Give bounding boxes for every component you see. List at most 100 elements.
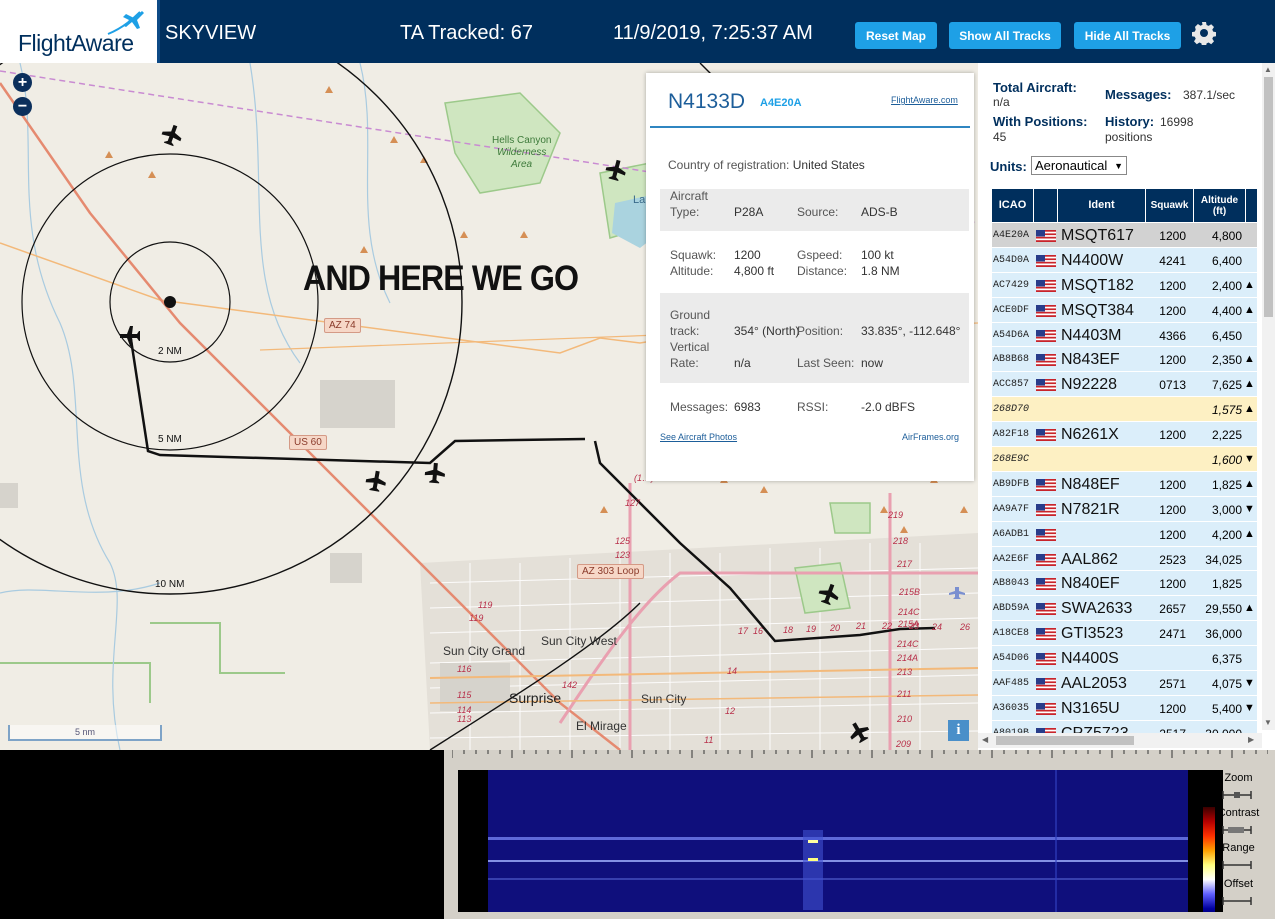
col-altitude[interactable]: Altitude (ft) <box>1194 189 1246 222</box>
row-icao: A54D6A <box>993 329 1030 341</box>
history-value: 16998 <box>1160 115 1194 129</box>
vrate-label: Rate: <box>670 356 699 370</box>
zoom-slider[interactable] <box>1222 790 1252 800</box>
aircraft-row[interactable]: ACE0DF MSQT384 1200 4,400 ▲ <box>992 297 1257 323</box>
row-icao: 268D70 <box>993 404 1030 416</box>
aircraft-row[interactable]: A54D06 N4400S 6,375 <box>992 646 1257 672</box>
row-altitude: 2,225 <box>1211 428 1242 443</box>
position-label: Position: <box>797 324 844 338</box>
us-flag-icon <box>1036 578 1056 591</box>
row-ident: N3165U <box>1061 699 1120 717</box>
row-trend-icon: ▼ <box>1244 701 1255 714</box>
row-ident: N848EF <box>1061 475 1120 493</box>
exit-number: 11 <box>704 735 714 745</box>
aircraft-row[interactable]: ACC857 N92228 0713 7,625 ▲ <box>992 372 1257 398</box>
horizontal-scroll-thumb[interactable] <box>996 736 1134 745</box>
info-icon[interactable]: i <box>948 720 969 741</box>
place-label: La <box>633 194 646 206</box>
aircraft-row[interactable]: A82F18 N6261X 1200 2,225 <box>992 422 1257 448</box>
row-ident: AAL2053 <box>1061 675 1127 693</box>
row-trend-icon: ▲ <box>1244 303 1255 316</box>
row-altitude: 4,200 <box>1211 527 1242 542</box>
col-icao[interactable]: ICAO <box>992 189 1034 222</box>
aircraft-row[interactable]: AB8B68 N843EF 1200 2,350 ▲ <box>992 347 1257 373</box>
row-squawk: 2571 <box>1159 677 1186 692</box>
reset-map-button[interactable]: Reset Map <box>855 22 937 49</box>
row-squawk: 4241 <box>1159 253 1186 268</box>
frequency-ruler <box>452 750 1268 758</box>
row-icao: AA2E6F <box>993 553 1030 565</box>
messages-rate: 387.1/sec <box>1183 88 1236 102</box>
contrast-slider[interactable] <box>1222 825 1252 835</box>
row-ident: N843EF <box>1061 351 1120 369</box>
waterfall-display[interactable] <box>458 770 1223 912</box>
row-altitude: 1,825 <box>1211 477 1242 492</box>
row-squawk: 0713 <box>1159 378 1186 393</box>
offset-slider[interactable] <box>1222 896 1252 906</box>
row-altitude: 1,600 <box>1211 453 1242 468</box>
aircraft-row[interactable]: A4E20A MSQT617 1200 4,800 <box>992 223 1257 248</box>
row-squawk: 1200 <box>1159 701 1186 716</box>
vertical-scroll-thumb[interactable] <box>1264 77 1273 317</box>
scroll-left-icon[interactable]: ◀ <box>982 735 988 744</box>
aircraft-row[interactable]: A54D6A N4403M 4366 6,450 <box>992 322 1257 348</box>
aircraft-row[interactable]: AAF485 AAL2053 2571 4,075 ▼ <box>992 671 1257 696</box>
position-value: 33.835°, -112.648° <box>861 324 961 338</box>
row-ident: N6261X <box>1061 426 1119 444</box>
aircraft-row[interactable]: AB8043 N840EF 1200 1,825 <box>992 571 1257 597</box>
show-all-tracks-button[interactable]: Show All Tracks <box>949 22 1061 49</box>
us-flag-icon <box>1036 503 1056 516</box>
row-ident: N4400S <box>1061 650 1119 668</box>
aircraft-row[interactable]: A54D0A N4400W 4241 6,400 <box>992 247 1257 273</box>
scroll-down-icon[interactable]: ▼ <box>1264 718 1272 727</box>
exit-number: 18 <box>783 625 794 635</box>
aircraft-photos-link[interactable]: See Aircraft Photos <box>660 432 737 442</box>
aircraft-row[interactable]: AC7429 MSQT182 1200 2,400 ▲ <box>992 272 1257 298</box>
us-flag-icon <box>1036 478 1056 491</box>
waterfall-panel: Zoom Contrast Range Offset <box>444 750 1275 919</box>
aircraft-row[interactable]: A18CE8 GTI3523 2471 36,000 <box>992 621 1257 647</box>
aircraft-row[interactable]: AB9DFB N848EF 1200 1,825 ▲ <box>992 471 1257 497</box>
units-select[interactable]: Aeronautical <box>1031 156 1127 175</box>
zoom-in-button[interactable]: + <box>13 73 32 92</box>
aircraft-row[interactable]: 268D70 1,575 ▲ <box>992 397 1257 423</box>
us-flag-icon <box>1036 304 1056 317</box>
exit-number: 119 <box>478 600 493 610</box>
header-bar: FlightAware SKYVIEW TA Tracked: 67 11/9/… <box>0 0 1275 63</box>
flightaware-link[interactable]: FlightAware.com <box>891 95 958 105</box>
aircraft-row[interactable]: AA9A7F N7821R 1200 3,000 ▼ <box>992 496 1257 522</box>
aircraft-row[interactable]: 268E9C 1,600 ▼ <box>992 447 1257 472</box>
range-slider[interactable] <box>1222 860 1252 870</box>
row-trend-icon: ▲ <box>1244 403 1255 416</box>
scale-bar: 5 nm <box>8 725 162 741</box>
tracked-count: TA Tracked: 67 <box>400 22 534 44</box>
vertical-scrollbar[interactable]: ▲ ▼ <box>1262 63 1275 730</box>
exit-number: 113 <box>457 714 472 724</box>
row-altitude: 36,000 <box>1205 627 1242 642</box>
zoom-out-button[interactable]: − <box>13 97 32 116</box>
row-altitude: 29,550 <box>1205 602 1242 617</box>
exit-number: 219 <box>888 510 904 520</box>
flightaware-logo[interactable]: FlightAware <box>0 0 160 63</box>
aircraft-row[interactable]: A6ADB1 1200 4,200 ▲ <box>992 521 1257 547</box>
scroll-right-icon[interactable]: ▶ <box>1248 735 1254 744</box>
aircraft-row[interactable]: ABD59A SWA2633 2657 29,550 ▲ <box>992 596 1257 622</box>
row-squawk: 1200 <box>1159 502 1186 517</box>
row-icao: AC7429 <box>993 279 1030 291</box>
col-squawk[interactable]: Squawk <box>1146 189 1194 222</box>
col-flag[interactable] <box>1034 189 1058 222</box>
contrast-label: Contrast <box>1217 807 1260 819</box>
aircraft-row[interactable]: AA2E6F AAL862 2523 34,025 <box>992 546 1257 572</box>
popup-registration: N4133D <box>668 90 746 113</box>
scroll-up-icon[interactable]: ▲ <box>1264 65 1272 74</box>
col-more[interactable] <box>1246 189 1257 222</box>
horizontal-scrollbar[interactable]: ◀ ▶ <box>978 733 1262 748</box>
col-ident[interactable]: Ident <box>1058 189 1146 222</box>
gear-icon[interactable] <box>1192 21 1216 45</box>
aircraft-row[interactable]: A36035 N3165U 1200 5,400 ▼ <box>992 695 1257 721</box>
exit-number: 214C <box>898 607 920 617</box>
hide-all-tracks-button[interactable]: Hide All Tracks <box>1074 22 1181 49</box>
exit-number: 26 <box>960 622 971 632</box>
airframes-link[interactable]: AirFrames.org <box>902 432 959 442</box>
row-trend-icon: ▲ <box>1244 378 1255 391</box>
